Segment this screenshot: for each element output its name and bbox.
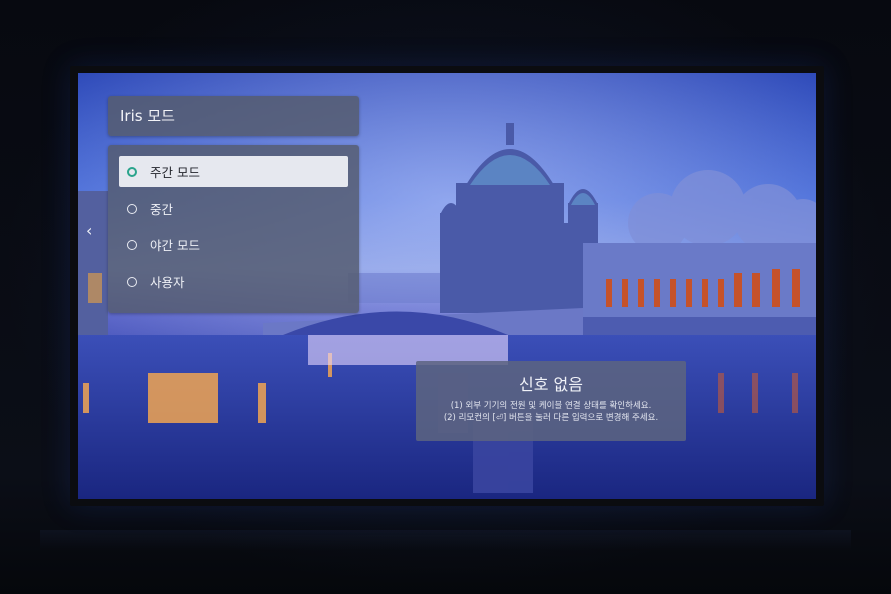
no-signal-hint-2: (2) 리모컨의 [⏎] 버튼을 눌러 다른 입력으로 변경해 주세요. xyxy=(443,413,659,423)
no-signal-dialog: 신호 없음 (1) 외부 기기의 전원 및 케이블 연결 상태를 확인하세요. … xyxy=(416,361,686,441)
menu-title: Iris 모드 xyxy=(108,96,359,136)
option-medium[interactable]: 중간 xyxy=(119,193,348,224)
radio-icon xyxy=(127,203,137,214)
no-signal-title: 신호 없음 xyxy=(519,375,583,394)
option-label: 사용자 xyxy=(150,275,185,290)
option-user[interactable]: 사용자 xyxy=(119,266,348,297)
radio-icon xyxy=(127,276,137,287)
option-label: 주간 모드 xyxy=(150,165,200,180)
option-day-mode[interactable]: 주간 모드 xyxy=(119,156,348,187)
option-label: 중간 xyxy=(150,202,174,217)
option-label: 야간 모드 xyxy=(150,238,200,253)
iris-mode-options-panel: 주간 모드 중간 야간 모드 사용자 xyxy=(108,145,359,313)
option-night-mode[interactable]: 야간 모드 xyxy=(119,229,348,260)
radio-selected-icon xyxy=(127,166,137,177)
tv-stand-shadow xyxy=(40,530,851,550)
radio-icon xyxy=(127,239,137,250)
chevron-left-icon[interactable]: ‹ xyxy=(86,222,92,240)
no-signal-hint-1: (1) 외부 기기의 전원 및 케이블 연결 상태를 확인하세요. xyxy=(450,401,652,411)
